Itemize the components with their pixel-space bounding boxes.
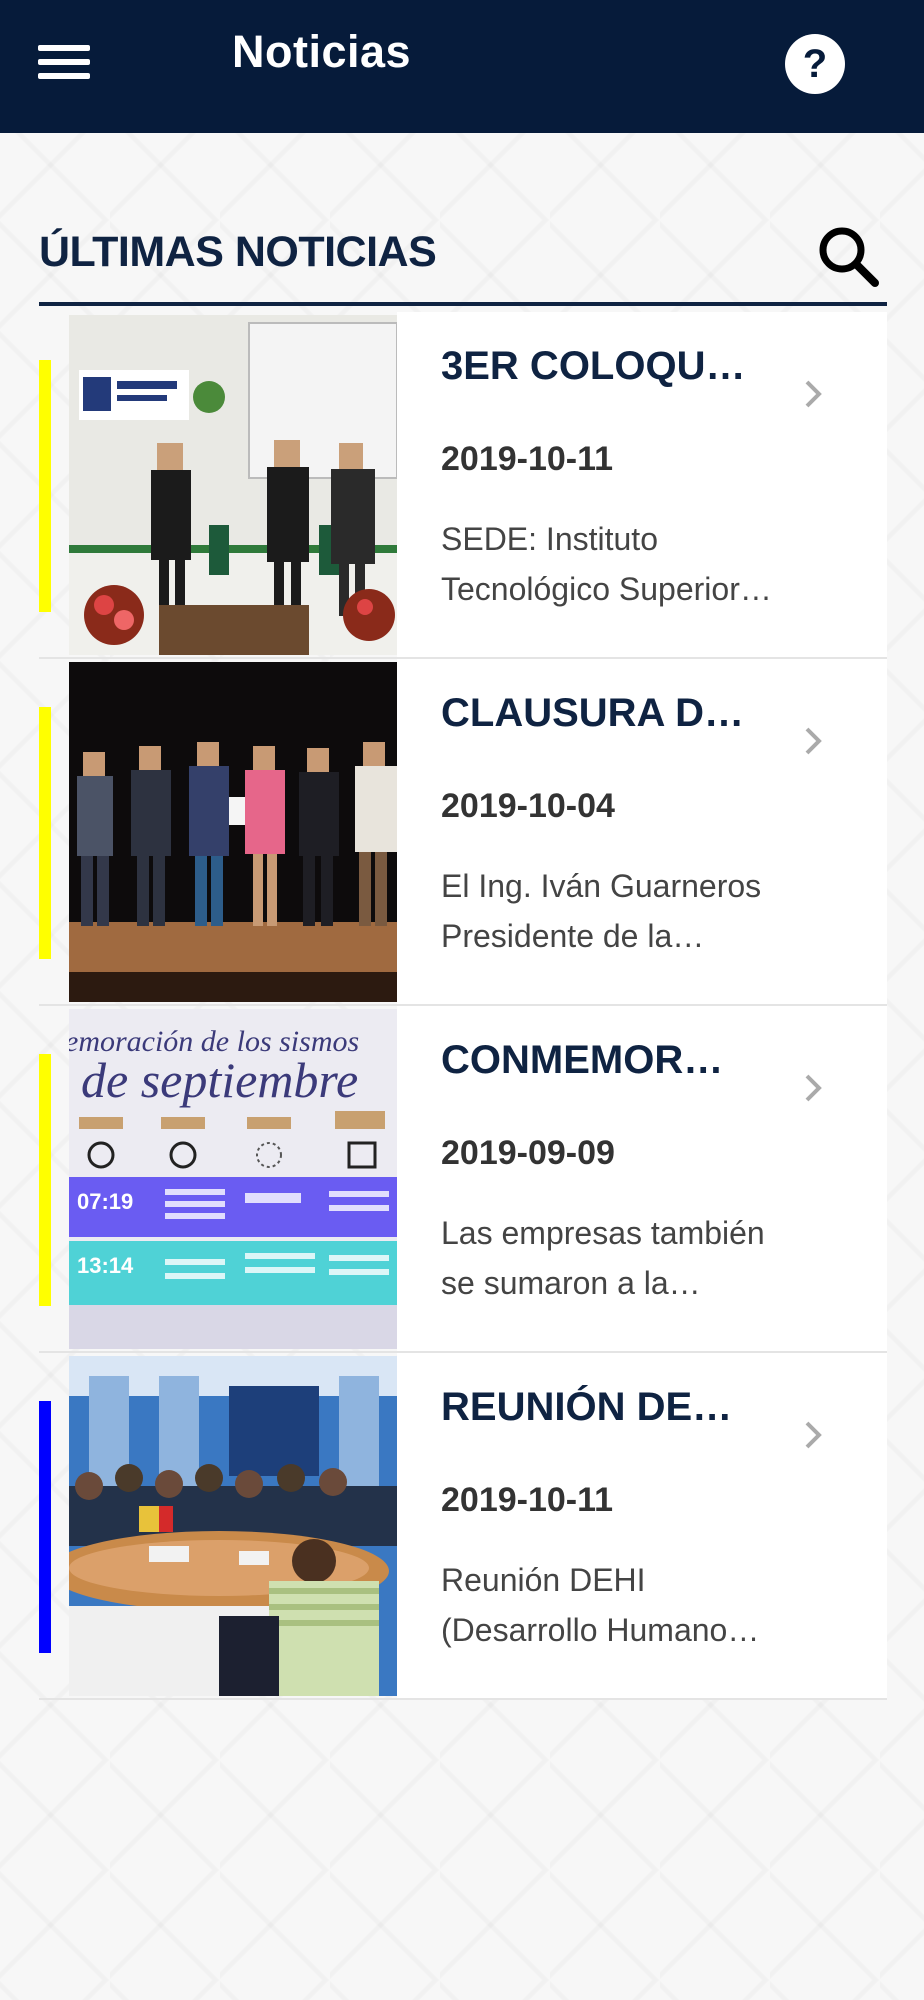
menu-icon[interactable] [38,42,90,82]
news-description-line: El Ing. Iván Guarneros [441,868,762,904]
news-item-4[interactable]: REUNIÓN DE… 2019-10-11 Reunión DEHI (Des… [39,1353,887,1700]
news-image [69,662,397,1002]
accent-bar [39,1054,51,1306]
section-header: ÚLTIMAS NOTICIAS [39,220,887,306]
news-description: Reunión DEHI (Desarrollo Humano… [441,1555,811,1655]
news-content: CLAUSURA D… 2019-10-04 El Ing. Iván Guar… [397,659,887,1004]
help-icon[interactable]: ? [785,34,845,94]
news-description-line: Presidente de la… [441,918,705,954]
news-description: Las empresas también se sumaron a la… [441,1208,811,1308]
accent-bar [39,1401,51,1653]
news-description-line: SEDE: Instituto [441,521,658,557]
news-date: 2019-10-04 [441,787,615,825]
chevron-right-icon[interactable] [793,374,833,414]
news-description: SEDE: Instituto Tecnológico Superior… [441,514,811,614]
news-image [69,315,397,655]
news-description: El Ing. Iván Guarneros Presidente de la… [441,861,811,961]
news-item-2[interactable]: CLAUSURA D… 2019-10-04 El Ing. Iván Guar… [39,659,887,1006]
page-title: Noticias [232,26,412,77]
news-title: CLAUSURA D… [441,691,744,735]
news-title: 3ER COLOQUI… [441,344,751,388]
poster-time: 07:19 [77,1189,133,1214]
poster-headline: de septiembre [81,1052,358,1108]
news-image: emoración de los sismos de septiembre 07… [69,1009,397,1349]
news-description-line: Reunión DEHI [441,1562,646,1598]
chevron-right-icon[interactable] [793,721,833,761]
news-content: CONMEMOR… 2019-09-09 Las empresas tambié… [397,1006,887,1351]
news-content: REUNIÓN DE… 2019-10-11 Reunión DEHI (Des… [397,1353,887,1698]
chevron-right-icon[interactable] [793,1068,833,1108]
news-date: 2019-10-11 [441,440,614,478]
news-image [69,1356,397,1696]
news-title: CONMEMOR… [441,1038,724,1082]
section-title: ÚLTIMAS NOTICIAS [39,228,437,276]
news-description-line: (Desarrollo Humano… [441,1612,760,1648]
news-date: 2019-10-11 [441,1481,614,1519]
news-item-1[interactable]: 3ER COLOQUI… 2019-10-11 SEDE: Instituto … [39,312,887,659]
news-list: 3ER COLOQUI… 2019-10-11 SEDE: Instituto … [39,312,887,1700]
news-description-line: Las empresas también [441,1215,765,1251]
news-description-line: Tecnológico Superior… [441,571,772,607]
news-item-3[interactable]: emoración de los sismos de septiembre 07… [39,1006,887,1353]
chevron-right-icon[interactable] [793,1415,833,1455]
news-date: 2019-09-09 [441,1134,615,1172]
app-header: Noticias ? [0,0,924,133]
news-title: REUNIÓN DE… [441,1385,733,1429]
accent-bar [39,707,51,959]
search-icon[interactable] [815,223,881,289]
accent-bar [39,360,51,612]
poster-time: 13:14 [77,1253,134,1278]
news-description-line: se sumaron a la… [441,1265,701,1301]
news-content: 3ER COLOQUI… 2019-10-11 SEDE: Instituto … [397,312,887,657]
